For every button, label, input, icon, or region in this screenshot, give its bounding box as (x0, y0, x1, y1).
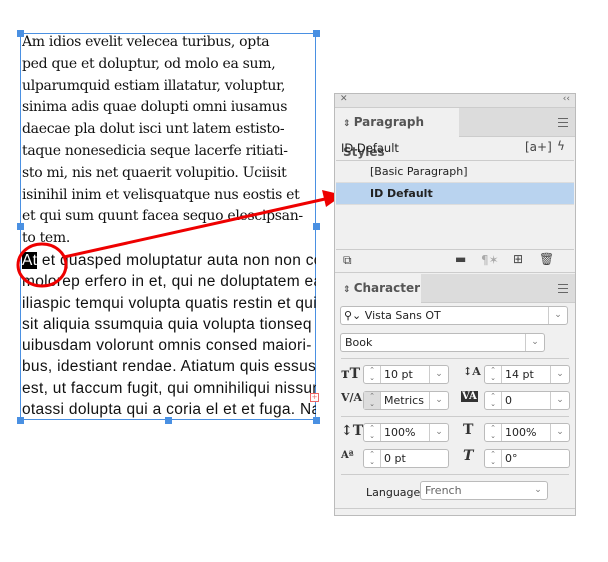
font-size-field[interactable]: ⌃ ⌄ 10 pt ⌄ (363, 365, 449, 384)
font-family-field[interactable]: ⚲⌄ Vista Sans OT ⌄ (340, 306, 568, 325)
tracking-icon: VA (461, 391, 478, 402)
panel-group: ✕ ‹‹ ⇕ Paragraph Styles ID Default [a+] … (334, 93, 576, 516)
search-icon: ⚲⌄ (344, 309, 362, 322)
clear-overrides-icon[interactable]: ¶✶ (481, 253, 499, 267)
language-label: Language: (366, 486, 424, 499)
leading-field[interactable]: ⌃ ⌄ 14 pt ⌄ (484, 365, 570, 384)
panel-menu-icon[interactable] (558, 284, 568, 293)
tab-character[interactable]: ⇕ Character (335, 274, 421, 303)
horizontal-scale-field[interactable]: ⌃ ⌄ 100% ⌄ (484, 423, 570, 442)
tab-paragraph-styles[interactable]: ⇕ Paragraph Styles (335, 108, 459, 159)
skew-icon: T (463, 448, 474, 464)
chevron-down-icon[interactable]: ⌄ (525, 334, 544, 351)
expand-icon: ⇕ (343, 285, 354, 295)
panel-menu-icon[interactable] (558, 118, 568, 127)
vertical-scale-field[interactable]: ⌃ ⌄ 100% ⌄ (363, 423, 449, 442)
skew-field[interactable]: ⌃ ⌄ 0° (484, 449, 570, 468)
close-icon[interactable]: ✕ (340, 94, 348, 104)
paragraph-styles-list: [Basic Paragraph] ID Default (336, 160, 574, 250)
annotation-line (63, 197, 326, 259)
chevron-down-icon[interactable]: ⌄ (548, 307, 567, 324)
vertical-scale-icon: ↕T (341, 423, 364, 439)
leading-icon: ↕A (463, 365, 481, 378)
kerning-field[interactable]: ⌃ ⌄ Metrics ⌄ (363, 391, 449, 410)
new-style-icon[interactable]: ⊞ (513, 252, 523, 266)
horizontal-scale-icon: T (463, 422, 474, 438)
load-styles-icon[interactable]: ⧉ (343, 253, 352, 268)
quick-apply-icon[interactable]: ϟ (557, 139, 565, 153)
kerning-icon: V/A (341, 391, 363, 404)
panel-topbar: ✕ ‹‹ (335, 94, 575, 108)
font-style-field[interactable]: Book ⌄ (340, 333, 545, 352)
expand-icon: ⇕ (343, 119, 354, 129)
collapse-icon[interactable]: ‹‹ (563, 94, 570, 104)
baseline-shift-field[interactable]: ⌃ ⌄ 0 pt (363, 449, 449, 468)
list-item[interactable]: ID Default (336, 183, 574, 205)
annotation-circle (16, 242, 68, 288)
tracking-field[interactable]: ⌃ ⌄ 0 ⌄ (484, 391, 570, 410)
new-style-from-selection-icon[interactable]: [a+] (525, 140, 552, 154)
font-size-icon: ᴛT (341, 366, 361, 382)
folder-icon[interactable]: ▬ (455, 252, 466, 266)
baseline-shift-icon: Aª (341, 450, 354, 461)
language-select[interactable]: French ⌄ (420, 481, 548, 500)
list-item[interactable]: [Basic Paragraph] (336, 161, 574, 183)
trash-icon[interactable]: 🗑 (539, 252, 554, 266)
